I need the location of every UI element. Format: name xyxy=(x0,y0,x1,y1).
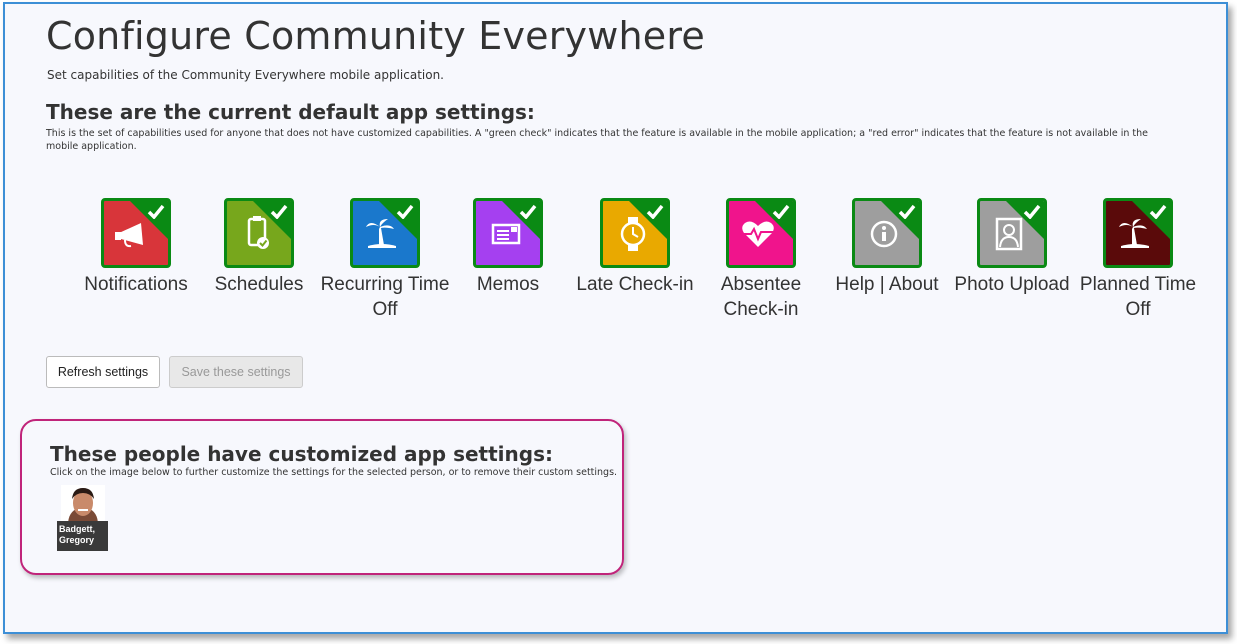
feature-tile[interactable] xyxy=(600,198,670,268)
heartbeat-icon xyxy=(742,221,774,247)
info-icon xyxy=(870,220,898,248)
feature-label: Help | About xyxy=(835,274,939,295)
save-settings-button[interactable]: Save these settings xyxy=(169,356,303,388)
feature-absentee-check-in[interactable]: Absentee Check-in xyxy=(696,198,826,322)
feature-tile[interactable] xyxy=(350,198,420,268)
feature-tile[interactable] xyxy=(852,198,922,268)
feature-schedules[interactable]: Schedules xyxy=(194,198,324,297)
feature-list: Notifications Schedules Recurring Time O… xyxy=(5,198,1237,338)
page-title: Configure Community Everywhere xyxy=(46,14,705,58)
app-frame: Configure Community Everywhere Set capab… xyxy=(3,2,1228,634)
defaults-description: This is the set of capabilities used for… xyxy=(46,128,1148,152)
person-card[interactable]: Badgett, Gregory xyxy=(57,485,108,551)
person-first-name: Gregory xyxy=(59,535,95,545)
feature-tile[interactable] xyxy=(473,198,543,268)
customized-heading: These people have customized app setting… xyxy=(50,442,553,466)
feature-label: Notifications xyxy=(84,274,188,295)
feature-tile[interactable] xyxy=(1103,198,1173,268)
feature-tile[interactable] xyxy=(101,198,171,268)
person-last-name: Badgett, xyxy=(59,524,95,534)
feature-label: Schedules xyxy=(214,274,304,295)
feature-late-check-in[interactable]: Late Check-in xyxy=(575,198,695,297)
clipboard-check-icon xyxy=(247,216,269,249)
feature-label: Photo Upload xyxy=(954,274,1070,295)
feature-label: Memos xyxy=(476,274,540,295)
feature-tile[interactable] xyxy=(977,198,1047,268)
megaphone-icon xyxy=(115,223,143,248)
feature-help-about[interactable]: Help | About xyxy=(822,198,952,297)
avatar[interactable] xyxy=(57,485,108,525)
feature-label: Planned Time Off xyxy=(1079,274,1197,320)
memo-card-icon xyxy=(491,223,521,245)
feature-label: Late Check-in xyxy=(576,274,694,295)
feature-photo-upload[interactable]: Photo Upload xyxy=(947,198,1077,297)
defaults-heading: These are the current default app settin… xyxy=(46,100,535,124)
customized-description: Click on the image below to further cust… xyxy=(50,467,618,478)
palm-tree-icon xyxy=(1119,219,1149,248)
palm-tree-icon xyxy=(366,219,396,248)
refresh-settings-button[interactable]: Refresh settings xyxy=(46,356,160,388)
feature-recurring-time-off[interactable]: Recurring Time Off xyxy=(320,198,450,322)
feature-memos[interactable]: Memos xyxy=(443,198,573,297)
feature-tile[interactable] xyxy=(726,198,796,268)
person-name-label: Badgett, Gregory xyxy=(57,521,108,551)
feature-planned-time-off[interactable]: Planned Time Off xyxy=(1073,198,1203,322)
page-subtitle: Set capabilities of the Community Everyw… xyxy=(47,68,444,82)
customized-settings-panel: These people have customized app setting… xyxy=(20,419,624,575)
feature-notifications[interactable]: Notifications xyxy=(71,198,201,297)
watch-icon xyxy=(620,217,646,251)
person-photo-icon xyxy=(995,217,1023,251)
feature-label: Recurring Time Off xyxy=(320,274,450,320)
feature-label: Absentee Check-in xyxy=(720,274,802,320)
feature-tile[interactable] xyxy=(224,198,294,268)
